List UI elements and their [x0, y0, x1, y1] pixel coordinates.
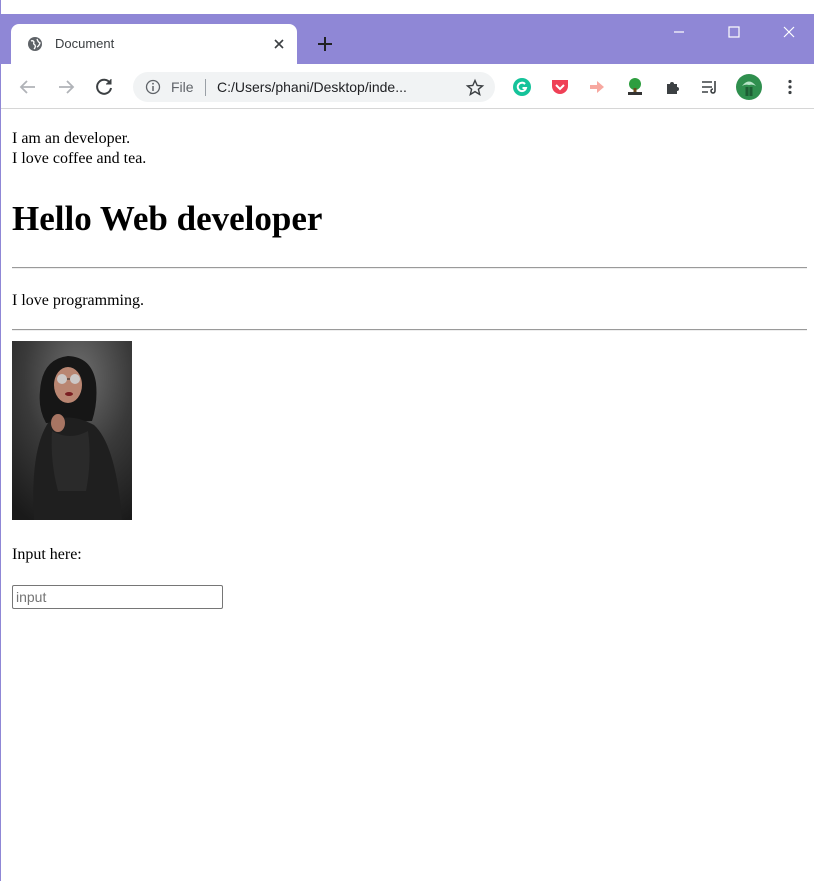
- new-tab-plus-icon[interactable]: [314, 33, 336, 55]
- globe-icon: [28, 37, 42, 51]
- reading-list-icon[interactable]: [700, 77, 720, 97]
- grammarly-icon[interactable]: [512, 77, 532, 97]
- pocket-icon[interactable]: [550, 77, 570, 97]
- kebab-menu-icon[interactable]: [780, 77, 800, 97]
- page-heading: Hello Web developer: [12, 199, 323, 238]
- tab-close-icon[interactable]: [271, 36, 287, 52]
- tab-document[interactable]: Document: [11, 24, 297, 64]
- horizontal-rule-1: [12, 267, 807, 269]
- extension-arrow-icon[interactable]: [587, 77, 607, 97]
- browser-window: Document File C:/Users/phani/Desktop/ind…: [0, 0, 814, 881]
- intro-line-1: I am an developer.: [12, 130, 131, 147]
- maximize-icon[interactable]: [722, 20, 746, 44]
- reload-icon[interactable]: [93, 76, 115, 98]
- star-icon[interactable]: [465, 78, 485, 98]
- profile-avatar-icon[interactable]: [735, 73, 763, 101]
- tree-html-icon[interactable]: [625, 77, 645, 97]
- tab-strip: Document: [1, 0, 814, 64]
- intro-paragraph: I am an developer. I love coffee and tea…: [12, 129, 146, 169]
- browser-toolbar: File C:/Users/phani/Desktop/inde...: [1, 64, 814, 109]
- text-input-field[interactable]: [12, 585, 223, 609]
- address-bar[interactable]: File C:/Users/phani/Desktop/inde...: [133, 72, 495, 102]
- page-content: I am an developer. I love coffee and tea…: [1, 109, 814, 881]
- info-icon[interactable]: [145, 79, 161, 95]
- portrait-image: [12, 341, 132, 520]
- intro-line-2: I love coffee and tea.: [12, 150, 147, 167]
- close-window-icon[interactable]: [777, 20, 801, 44]
- url-text[interactable]: C:/Users/phani/Desktop/inde...: [217, 79, 407, 95]
- minimize-icon[interactable]: [667, 20, 691, 44]
- back-arrow-icon[interactable]: [17, 76, 39, 98]
- tab-title: Document: [55, 36, 115, 51]
- horizontal-rule-2: [12, 329, 807, 331]
- url-scheme-label: File: [171, 79, 194, 95]
- forward-arrow-icon[interactable]: [55, 76, 77, 98]
- url-separator: [205, 79, 206, 96]
- input-label: Input here:: [12, 546, 82, 563]
- programming-paragraph: I love programming.: [12, 292, 144, 309]
- puzzle-icon[interactable]: [663, 77, 683, 97]
